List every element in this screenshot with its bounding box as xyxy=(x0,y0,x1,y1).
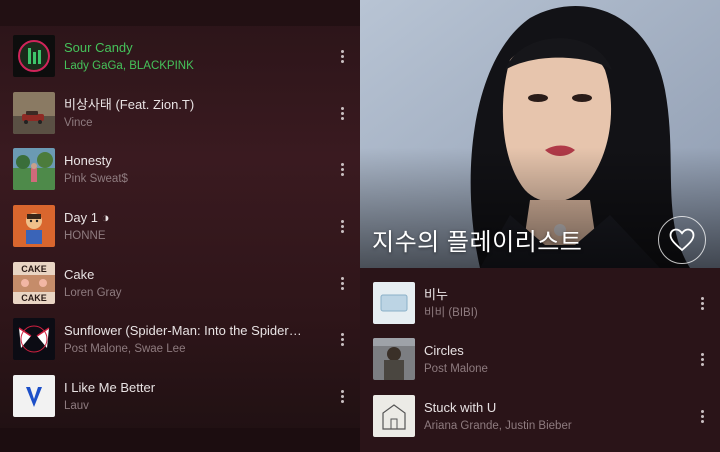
track-row[interactable]: Honesty Pink Sweat$ xyxy=(0,141,360,197)
more-options-icon[interactable] xyxy=(332,98,352,128)
track-artist: Lauv xyxy=(64,400,89,412)
track-title: Stuck with U xyxy=(424,400,497,415)
album-art-text: CAKE xyxy=(21,264,47,274)
track-artist: Ariana Grande, Justin Bieber xyxy=(424,420,572,432)
more-options-icon[interactable] xyxy=(692,288,712,318)
album-art xyxy=(373,395,415,437)
track-title: Day 1 ◑ xyxy=(64,210,110,225)
track-row[interactable]: 비상사태 (Feat. Zion.T) Vince xyxy=(0,85,360,141)
more-options-icon[interactable] xyxy=(332,154,352,184)
track-title: I Like Me Better xyxy=(64,380,156,395)
playlist-title: 지수의 플레이리스트 xyxy=(372,229,583,256)
more-options-icon[interactable] xyxy=(332,41,352,71)
playlist-panel: 지수의 플레이리스트 비누 비비 (BIBI) Circles Post Mal… xyxy=(360,0,720,452)
top-bar xyxy=(0,0,360,26)
track-title: 비상사태 (Feat. Zion.T) xyxy=(64,97,195,112)
track-artist: HONNE xyxy=(64,230,106,242)
playlist-cover-image: 지수의 플레이리스트 xyxy=(360,0,720,268)
album-art xyxy=(13,35,55,77)
album-art xyxy=(13,148,55,190)
album-art: CAKE CAKE xyxy=(13,262,55,304)
track-row[interactable]: 비누 비비 (BIBI) xyxy=(360,275,720,331)
more-options-icon[interactable] xyxy=(332,324,352,354)
more-options-icon[interactable] xyxy=(692,401,712,431)
track-title: Honesty xyxy=(64,153,112,168)
track-title: Cake xyxy=(64,267,95,282)
track-artist: Loren Gray xyxy=(64,287,122,299)
track-artist: 비비 (BIBI) xyxy=(424,307,478,319)
track-row[interactable]: CAKE CAKE Cake Loren Gray xyxy=(0,255,360,311)
more-options-icon[interactable] xyxy=(332,211,352,241)
more-options-icon[interactable] xyxy=(692,344,712,374)
track-row[interactable]: Stuck with U Ariana Grande, Justin Biebe… xyxy=(360,388,720,444)
album-art xyxy=(13,318,55,360)
track-artist: Lady GaGa, BLACKPINK xyxy=(64,60,194,72)
track-row[interactable]: I Like Me Better Lauv xyxy=(0,368,360,424)
album-art xyxy=(373,282,415,324)
track-row[interactable]: Day 1 ◑ HONNE xyxy=(0,198,360,254)
track-artist: Pink Sweat$ xyxy=(64,173,128,185)
more-options-icon[interactable] xyxy=(332,381,352,411)
track-title: 비누 xyxy=(424,287,448,302)
track-row[interactable]: Sunflower (Spider-Man: Into the Spider… … xyxy=(0,311,360,367)
album-art xyxy=(13,205,55,247)
album-art-text: CAKE xyxy=(21,293,47,303)
track-artist: Post Malone xyxy=(424,363,488,375)
track-title: Sour Candy xyxy=(64,40,133,55)
album-art xyxy=(373,338,415,380)
track-row[interactable]: Sour Candy Lady GaGa, BLACKPINK xyxy=(0,28,360,84)
track-row[interactable]: Circles Post Malone xyxy=(360,331,720,387)
track-title: Circles xyxy=(424,343,464,358)
track-title: Sunflower (Spider-Man: Into the Spider… xyxy=(64,323,302,338)
album-art xyxy=(13,375,55,417)
bottom-bar xyxy=(0,428,360,452)
track-artist: Post Malone, Swae Lee xyxy=(64,343,186,355)
track-artist: Vince xyxy=(64,117,93,129)
left-track-list: Sour Candy Lady GaGa, BLACKPINK 비상사태 (Fe… xyxy=(0,0,360,452)
heart-icon xyxy=(669,228,695,252)
favorite-button[interactable] xyxy=(658,216,706,264)
album-art xyxy=(13,92,55,134)
more-options-icon[interactable] xyxy=(332,268,352,298)
